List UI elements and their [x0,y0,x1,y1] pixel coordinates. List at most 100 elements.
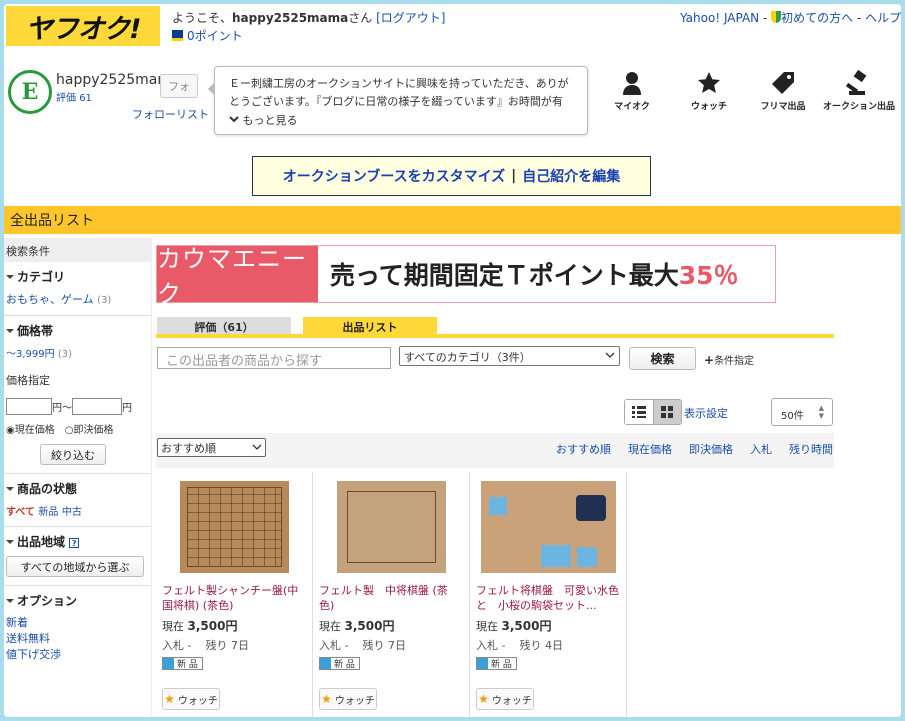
new-badge: 新 品 [476,657,517,670]
product-image[interactable] [336,481,446,573]
new-item-icon [320,658,331,669]
sort-remaining-time[interactable]: 残り時間 [789,441,833,457]
new-item-icon [163,658,174,669]
beginner-mark-icon [771,11,782,23]
star-icon: ★ [321,692,332,706]
product-price: 現在 3,500円 [319,619,395,633]
customize-banner: オークションブースをカスタマイズ | 自己紹介を編集 [252,156,651,196]
view-toggle [624,399,682,425]
product-title[interactable]: フェルト製 中将棋盤 (茶色) [319,583,463,613]
help-link[interactable]: ヘルプ [865,11,901,25]
category-section: カテゴリ おもちゃ、ゲーム (3) [4,262,151,316]
star-icon: ★ [478,692,489,706]
ad-banner[interactable]: カウマエニーク 売って期間固定Ｔポイント最大 35％ [156,245,776,308]
narrow-down-button[interactable]: 絞り込む [40,444,106,465]
nav-watch[interactable]: ウォッチ [672,70,746,112]
price-section: 価格帯 ～3,999円 (3) 価格指定 円～ 円 ◉現在価格 ○即決価格 絞り… [4,316,151,474]
price-min-input[interactable] [6,398,52,415]
product-card[interactable]: フェルト製 中将棋盤 (茶色) 現在 3,500円 入札 - 残り 7日 新 品… [313,472,470,717]
chevron-down-icon [229,116,239,123]
points-link[interactable]: 0ポイント [172,27,243,44]
option-free-shipping[interactable]: 送料無料 [6,631,149,647]
beginner-link[interactable]: 初めての方へ [781,11,853,25]
logout-link[interactable]: [ログアウト] [376,11,445,25]
help-icon[interactable]: ? [69,538,80,548]
sort-current-price[interactable]: 現在価格 [628,441,672,457]
sort-recommended[interactable]: おすすめ順 [556,441,611,457]
top-right-links: Yahoo! JAPAN - 初めての方へ - ヘルプ [680,11,901,25]
price-max-input[interactable] [72,398,122,415]
option-new[interactable]: 新着 [6,615,149,631]
nav-flea-listing[interactable]: フリマ出品 [746,70,820,112]
cond-new[interactable]: 新品 [38,507,58,518]
tpoint-icon [172,30,183,41]
radio-current-price[interactable]: ◉現在価格 [6,421,55,436]
option-section: オプション 新着 送料無料 値下げ交渉 [4,586,151,669]
product-bids: 入札 - 残り 7日 [319,639,406,652]
self-intro-bubble: Ｅー刺繍工房のオークションサイトに興味を持っていただき、ありがとうございます。『… [208,66,588,135]
star-icon [698,72,720,93]
price-range-link[interactable]: ～3,999円 [6,349,55,360]
person-icon [623,72,641,95]
chevron-down-icon [252,444,262,450]
seller-search-input[interactable]: この出品者の商品から探す [157,347,391,369]
product-title[interactable]: フェルト将棋盤 可愛い水色 と 小桜の駒袋セット... [476,583,620,613]
sort-select[interactable]: おすすめ順 [157,438,266,457]
tag-icon [772,72,794,94]
filter-link[interactable]: +条件指定 [704,352,754,367]
rating-link[interactable]: 評価 61 [56,89,92,104]
tab-underline [156,334,834,338]
product-card[interactable]: フェルト製シャンチー盤(中国将棋) (茶色) 現在 3,500円 入札 - 残り… [156,472,313,717]
cond-used[interactable]: 中古 [62,507,82,518]
category-select[interactable]: すべてのカテゴリ（3件） [399,346,620,366]
region-section: 出品地域 ? すべての地域から選ぶ [4,527,151,586]
ad-message: 売って期間固定Ｔポイント最大 35％ [330,261,739,290]
browser-frame: ヤフオク! ようこそ、happy2525mamaさん [ログアウト] 0ポイント… [4,4,901,717]
list-title-bar: 全出品リスト [4,206,901,234]
avatar[interactable]: E [8,70,52,114]
option-price-negotiation[interactable]: 値下げ交渉 [6,647,149,663]
watch-button[interactable]: ★ ウォッチ [476,688,534,710]
new-item-icon [477,658,488,669]
category-toys-link[interactable]: おもちゃ、ゲーム [6,293,94,306]
follow-list-link[interactable]: フォローリスト [132,106,209,122]
up-down-icon: ▲ ▼ [818,404,824,420]
product-title[interactable]: フェルト製シャンチー盤(中国将棋) (茶色) [162,583,306,613]
new-badge: 新 品 [319,657,360,670]
product-price: 現在 3,500円 [162,619,238,633]
region-select-button[interactable]: すべての地域から選ぶ [6,556,144,577]
nav-myauction[interactable]: マイオク [595,70,669,112]
edit-intro-link[interactable]: 自己紹介を編集 [522,166,620,186]
search-button[interactable]: 検索 [629,347,696,370]
follow-button[interactable]: フォ [160,74,198,98]
sort-bids[interactable]: 入札 [750,441,772,457]
chevron-down-icon [605,352,615,358]
yahuoku-logo[interactable]: ヤフオク! [6,6,160,46]
product-card[interactable]: フェルト将棋盤 可愛い水色 と 小桜の駒袋セット... 現在 3,500円 入札… [470,472,627,717]
list-view-icon[interactable] [625,400,653,424]
grid-view-icon[interactable] [652,400,681,424]
new-badge: 新 品 [162,657,203,670]
more-link[interactable]: もっと見る [229,112,298,130]
sidebar-header: 検索条件 [4,238,151,262]
product-image[interactable] [179,481,289,573]
watch-button[interactable]: ★ ウォッチ [319,688,377,710]
radio-buynow-price[interactable]: ○即決価格 [65,421,114,436]
self-intro-text: Ｅー刺繍工房のオークションサイトに興味を持っていただき、ありがとうございます。『… [229,77,569,108]
sort-buynow-price[interactable]: 即決価格 [689,441,733,457]
star-icon: ★ [164,692,175,706]
ad-brand: カウマエニーク [157,245,318,308]
product-price: 現在 3,500円 [476,619,552,633]
nav-auction-listing[interactable]: オークション出品 [822,70,896,112]
sidebar: 検索条件 カテゴリ おもちゃ、ゲーム (3) 価格帯 ～3,999円 (3) 価… [4,238,152,717]
customize-booth-link[interactable]: オークションブースをカスタマイズ [283,166,505,186]
product-image[interactable] [480,481,616,573]
watch-button[interactable]: ★ ウォッチ [162,688,220,710]
sort-links: おすすめ順 現在価格 即決価格 入札 残り時間 [556,441,833,457]
yahoo-japan-link[interactable]: Yahoo! JAPAN [680,11,759,25]
display-settings-link[interactable]: 表示設定 [684,405,728,421]
cond-all[interactable]: すべて [6,507,35,518]
per-page-select[interactable]: 50件 ▲ ▼ [771,398,833,426]
welcome-message: ようこそ、happy2525mamaさん [ログアウト] [172,11,446,25]
condition-section: 商品の状態 すべて 新品 中古 [4,474,151,527]
